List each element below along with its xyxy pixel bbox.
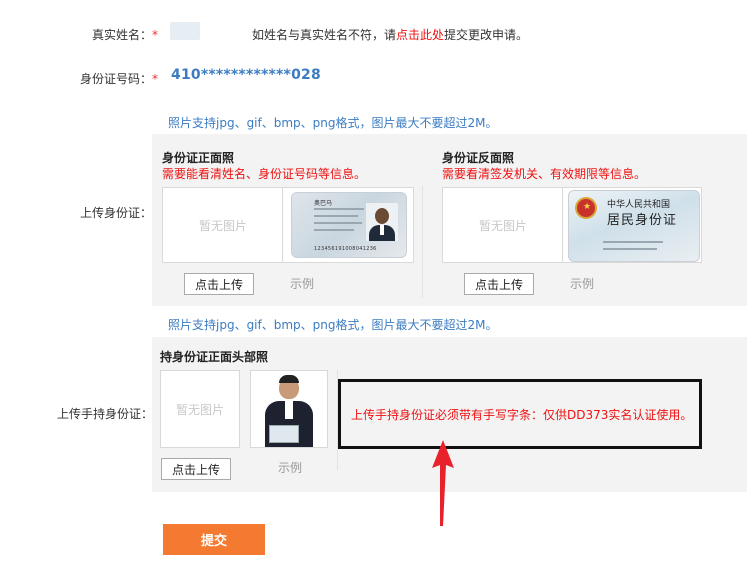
handheld-sample-image — [250, 370, 328, 448]
back-upload-button[interactable]: 点击上传 — [464, 273, 534, 295]
id-number-label-text: 身份证号码： — [80, 72, 153, 86]
front-id-card: 奥巴马 123456191008041236 — [291, 192, 407, 258]
card-line — [314, 222, 362, 224]
back-title: 身份证反面照 — [442, 151, 515, 165]
real-name-hint: 如姓名与真实姓名不符，请点击此处提交更改申请。 — [252, 26, 528, 43]
back-sample-image: ★ 中华人民共和国 居民身份证 — [562, 187, 702, 263]
hint-suffix: 提交更改申请。 — [444, 28, 529, 42]
real-name-label: 真实姓名：* — [92, 26, 158, 43]
back-image-placeholder[interactable]: 暂无图片 — [442, 187, 564, 263]
id-number-label: 身份证号码：* — [80, 70, 158, 87]
handheld-image-placeholder[interactable]: 暂无图片 — [160, 370, 240, 448]
real-name-label-text: 真实姓名： — [92, 28, 153, 42]
real-name-value-masked — [170, 22, 200, 40]
required-mark: * — [152, 72, 159, 86]
front-sample-image: 奥巴马 123456191008041236 — [282, 187, 414, 263]
back-id-card: ★ 中华人民共和国 居民身份证 — [568, 190, 700, 262]
person-hair — [279, 375, 299, 383]
id-format-note: 照片支持jpg、gif、bmp、png格式，图片最大不要超过2M。 — [168, 116, 498, 130]
upload-handheld-label: 上传手持身份证： — [57, 407, 154, 421]
back-note: 需要看清签发机关、有效期限等信息。 — [442, 167, 647, 181]
front-sample-label: 示例 — [290, 277, 315, 291]
card-line — [314, 208, 364, 210]
change-name-link[interactable]: 点击此处 — [396, 28, 444, 42]
person-shirt — [285, 401, 293, 419]
handheld-title: 持身份证正面头部照 — [160, 350, 269, 364]
front-upload-button[interactable]: 点击上传 — [184, 273, 254, 295]
panel-divider — [422, 186, 423, 298]
card-line — [603, 241, 663, 243]
card-title: 居民身份证 — [607, 213, 678, 228]
card-line — [603, 248, 657, 250]
held-id-card — [269, 425, 299, 443]
card-line — [314, 215, 358, 217]
handheld-sample-label: 示例 — [278, 461, 303, 475]
red-arrow-icon — [432, 440, 454, 526]
front-note: 需要能看清姓名、身份证号码等信息。 — [162, 167, 367, 181]
card-number: 123456191008041236 — [314, 246, 377, 252]
card-name: 奥巴马 — [314, 200, 333, 207]
card-line — [314, 229, 354, 231]
warning-text: 上传手持身份证必须带有手写字条：仅供DD373实名认证使用。 — [351, 407, 693, 422]
handheld-upload-button[interactable]: 点击上传 — [161, 458, 231, 480]
submit-button[interactable]: 提交 — [163, 524, 265, 555]
hint-prefix: 如姓名与真实姓名不符，请 — [252, 28, 397, 42]
handwritten-note-warning: 上传手持身份证必须带有手写字条：仅供DD373实名认证使用。 — [338, 379, 702, 449]
front-image-placeholder[interactable]: 暂无图片 — [162, 187, 284, 263]
id-number-value: 410************028 — [171, 67, 321, 83]
upload-id-label: 上传身份证： — [80, 206, 153, 220]
required-mark: * — [152, 28, 159, 42]
national-emblem-icon: ★ — [575, 197, 597, 219]
portrait-photo — [366, 203, 398, 241]
front-title: 身份证正面照 — [162, 151, 235, 165]
back-sample-label: 示例 — [570, 277, 595, 291]
handheld-format-note: 照片支持jpg、gif、bmp、png格式，图片最大不要超过2M。 — [168, 318, 498, 332]
